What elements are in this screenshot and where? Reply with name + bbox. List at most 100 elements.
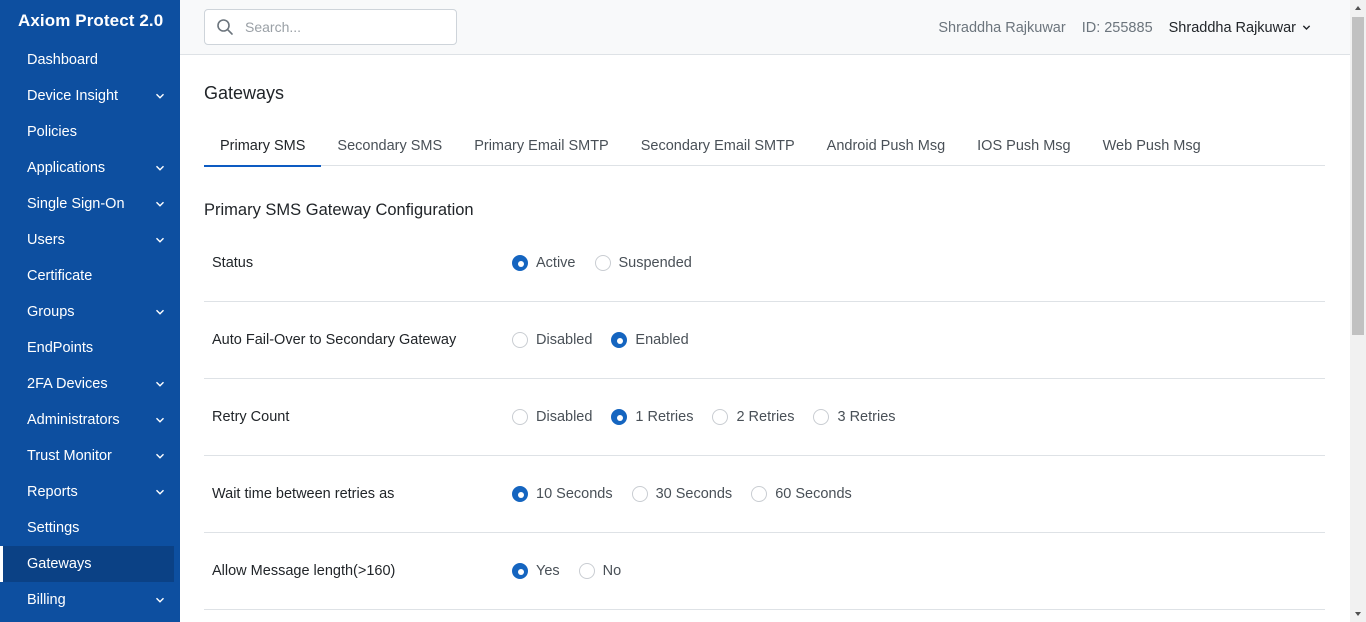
sidebar-item-groups[interactable]: Groups: [0, 294, 180, 330]
radio-label: No: [602, 563, 622, 579]
radio-option-disabled[interactable]: Disabled: [512, 332, 592, 348]
radio-group: Disabled 1 Retries 2 Retries 3 Retries: [512, 409, 915, 425]
radio-label: Suspended: [618, 255, 692, 271]
radio-button[interactable]: [813, 409, 830, 425]
sidebar-item-applications[interactable]: Applications: [0, 150, 180, 186]
tab-secondary-sms[interactable]: Secondary SMS: [321, 125, 458, 166]
sidebar-item-label: Trust Monitor: [27, 448, 112, 464]
radio-group: Yes No: [512, 563, 640, 579]
top-bar: Shraddha Rajkuwar ID: 255885 Shraddha Ra…: [180, 0, 1350, 55]
form-row-wait-time-between-retries-as: Wait time between retries as 10 Seconds 30…: [204, 456, 1325, 533]
sidebar-item-gateways[interactable]: Gateways: [0, 546, 174, 582]
radio-option-yes[interactable]: Yes: [512, 563, 560, 579]
user-name: Shraddha Rajkuwar: [938, 19, 1066, 36]
chevron-down-icon: [1300, 22, 1312, 34]
chevron-down-icon: [154, 162, 166, 174]
radio-label: 1 Retries: [635, 409, 694, 425]
radio-label: Enabled: [635, 332, 689, 348]
form-row-retry-count: Retry Count Disabled 1 Retries 2 Retries 3 R…: [204, 379, 1325, 456]
sidebar-item-label: Applications: [27, 160, 106, 176]
field-label: Retry Count: [212, 409, 290, 425]
sidebar-item-endpoints[interactable]: EndPoints: [0, 330, 180, 366]
radio-button[interactable]: [512, 409, 528, 425]
sidebar-nav: Dashboard Device Insight Policies Applicati…: [0, 42, 180, 618]
sidebar-item-certificate[interactable]: Certificate: [0, 258, 180, 294]
radio-option-disabled[interactable]: Disabled: [512, 409, 592, 425]
scrollbar-thumb[interactable]: [1352, 17, 1364, 335]
search-box[interactable]: [204, 9, 457, 45]
sidebar-item-reports[interactable]: Reports: [0, 474, 180, 510]
gateway-tabs: Primary SMS Secondary SMS Primary Email SM…: [204, 125, 1325, 167]
radio-option-suspended[interactable]: Suspended: [594, 255, 692, 271]
radio-button[interactable]: [631, 486, 648, 502]
radio-option-1-retries[interactable]: 1 Retries: [611, 409, 693, 425]
radio-button[interactable]: [611, 409, 628, 425]
sidebar-item-billing[interactable]: Billing: [0, 582, 180, 618]
tab-ios-push-msg[interactable]: IOS Push Msg: [961, 125, 1086, 166]
scroll-down-icon[interactable]: [1350, 606, 1366, 622]
radio-option-3-retries[interactable]: 3 Retries: [813, 409, 896, 425]
sidebar-item-label: 2FA Devices: [27, 376, 108, 392]
radio-option-30-seconds[interactable]: 30 Seconds: [631, 486, 732, 502]
sidebar-item-label: Device Insight: [27, 88, 119, 104]
chevron-down-icon: [154, 486, 166, 498]
sidebar-item-trust-monitor[interactable]: Trust Monitor: [0, 438, 180, 474]
tab-web-push-msg[interactable]: Web Push Msg: [1087, 125, 1217, 166]
sidebar-item-settings[interactable]: Settings: [0, 510, 180, 546]
sidebar-item-label: Groups: [27, 304, 75, 320]
page-scrollbar[interactable]: [1350, 0, 1366, 622]
form-row-auto-fail-over-to-secondary-gateway: Auto Fail-Over to Secondary Gateway Disab…: [204, 302, 1325, 379]
radio-label: 3 Retries: [837, 409, 896, 425]
tab-secondary-email-smtp[interactable]: Secondary Email SMTP: [625, 125, 811, 166]
section-title: Primary SMS Gateway Configuration: [204, 201, 474, 219]
main-content: Gateways Primary SMS Secondary SMS Primary…: [204, 55, 1325, 622]
radio-button[interactable]: [611, 332, 628, 348]
sidebar-item-label: Single Sign-On: [27, 196, 125, 212]
field-label: Status: [212, 255, 254, 271]
sidebar-item-label: Users: [27, 232, 65, 248]
radio-option-60-seconds[interactable]: 60 Seconds: [751, 486, 852, 502]
user-menu-button[interactable]: Shraddha Rajkuwar: [1169, 20, 1312, 36]
tab-android-push-msg[interactable]: Android Push Msg: [811, 125, 961, 166]
chevron-down-icon: [154, 306, 166, 318]
radio-label: Yes: [536, 563, 560, 579]
radio-option-10-seconds[interactable]: 10 Seconds: [512, 486, 613, 502]
sidebar-item-device-insight[interactable]: Device Insight: [0, 78, 180, 114]
radio-button[interactable]: [512, 255, 528, 271]
page-title: Gateways: [204, 83, 285, 103]
chevron-down-icon: [154, 594, 166, 606]
tab-primary-sms[interactable]: Primary SMS: [204, 125, 322, 167]
scroll-up-icon[interactable]: [1350, 0, 1366, 16]
radio-button[interactable]: [512, 563, 528, 579]
sidebar-item-single-sign-on[interactable]: Single Sign-On: [0, 186, 180, 222]
sidebar-item-label: Certificate: [27, 268, 93, 284]
sidebar-item-dashboard[interactable]: Dashboard: [0, 42, 180, 78]
field-label: Auto Fail-Over to Secondary Gateway: [212, 332, 457, 348]
radio-option-2-retries[interactable]: 2 Retries: [712, 409, 794, 425]
sidebar-item-label: Dashboard: [27, 52, 98, 68]
sidebar-item-users[interactable]: Users: [0, 222, 180, 258]
search-input[interactable]: [245, 19, 445, 35]
radio-button[interactable]: [512, 332, 528, 348]
form-row-allow-message-length-160: Allow Message length(>160) Yes No: [204, 533, 1325, 610]
radio-option-no[interactable]: No: [578, 563, 622, 579]
form-row-status: Status Active Suspended: [204, 225, 1325, 302]
radio-option-enabled[interactable]: Enabled: [611, 332, 689, 348]
sidebar: Axiom Protect 2.0 Dashboard Device Insigh…: [0, 0, 180, 622]
radio-option-active[interactable]: Active: [512, 255, 576, 271]
radio-button[interactable]: [512, 486, 528, 502]
radio-group: 10 Seconds 30 Seconds 60 Seconds: [512, 486, 871, 502]
radio-label: 2 Retries: [736, 409, 795, 425]
radio-button[interactable]: [594, 255, 611, 271]
radio-button[interactable]: [712, 409, 729, 425]
radio-label: Disabled: [536, 332, 593, 348]
sidebar-item-administrators[interactable]: Administrators: [0, 402, 180, 438]
radio-button[interactable]: [578, 563, 595, 579]
radio-label: 60 Seconds: [775, 486, 852, 502]
tab-primary-email-smtp[interactable]: Primary Email SMTP: [458, 125, 625, 166]
sidebar-item-label: EndPoints: [27, 340, 94, 356]
sidebar-item-2fa-devices[interactable]: 2FA Devices: [0, 366, 180, 402]
chevron-down-icon: [154, 450, 166, 462]
sidebar-item-policies[interactable]: Policies: [0, 114, 180, 150]
radio-button[interactable]: [751, 486, 768, 502]
